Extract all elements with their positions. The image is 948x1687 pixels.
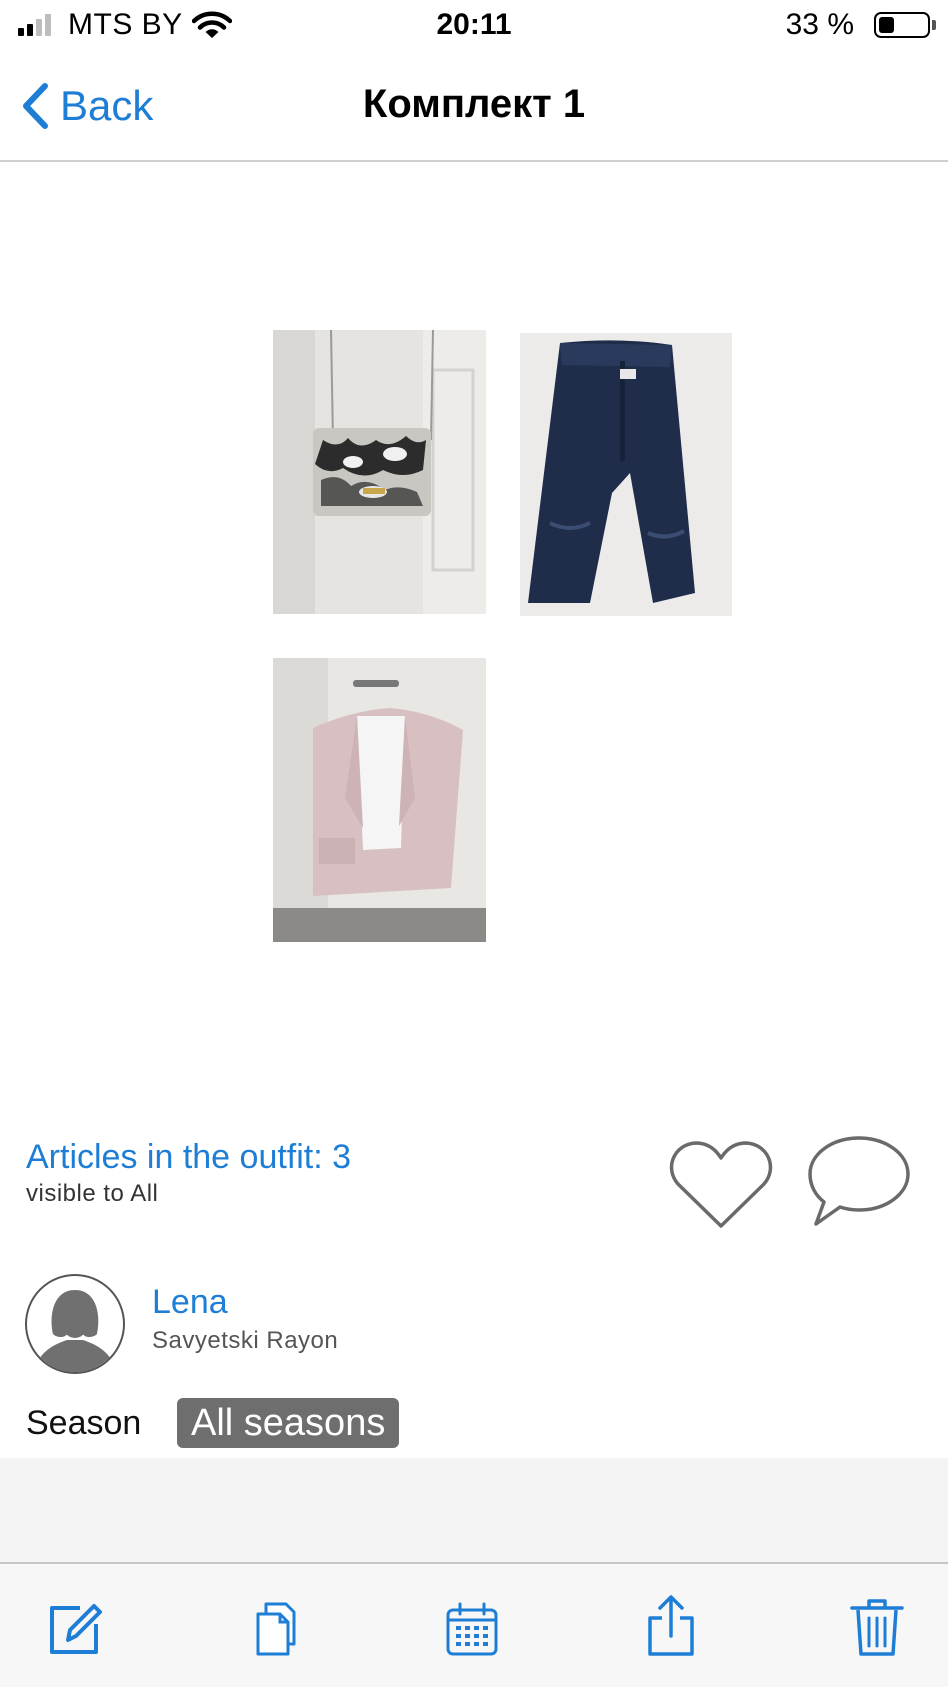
season-badge: All seasons [177, 1398, 400, 1448]
battery-percent: 33 % [785, 8, 854, 41]
outfit-item-photo-bag[interactable] [273, 330, 486, 614]
outfit-item-photo-jeans[interactable] [520, 333, 732, 616]
season-label: Season [26, 1404, 142, 1442]
bottom-spacer [0, 1458, 948, 1562]
visibility-note: visible to All [26, 1180, 159, 1207]
copy-icon[interactable] [252, 1600, 302, 1663]
calendar-icon[interactable] [444, 1600, 500, 1663]
user-location: Savyetski Rayon [152, 1327, 339, 1354]
page-title: Комплект 1 [362, 82, 586, 126]
bottom-toolbar [0, 1562, 948, 1687]
articles-count[interactable]: Articles in the outfit: 3 [26, 1138, 351, 1177]
trash-icon[interactable] [850, 1596, 904, 1663]
status-bar: MTS BY 20:11 33 % [0, 0, 948, 52]
navigation-bar: Back Комплект 1 [0, 52, 948, 162]
outfit-item-photo-blazer[interactable] [273, 658, 486, 942]
comment-bubble-icon[interactable] [806, 1132, 912, 1235]
edit-icon[interactable] [46, 1600, 104, 1663]
avatar[interactable] [25, 1274, 125, 1374]
battery-icon [874, 12, 930, 38]
share-icon[interactable] [644, 1594, 698, 1663]
user-name[interactable]: Lena [152, 1283, 228, 1322]
battery-nub [932, 20, 936, 30]
like-heart-icon[interactable] [668, 1138, 774, 1237]
